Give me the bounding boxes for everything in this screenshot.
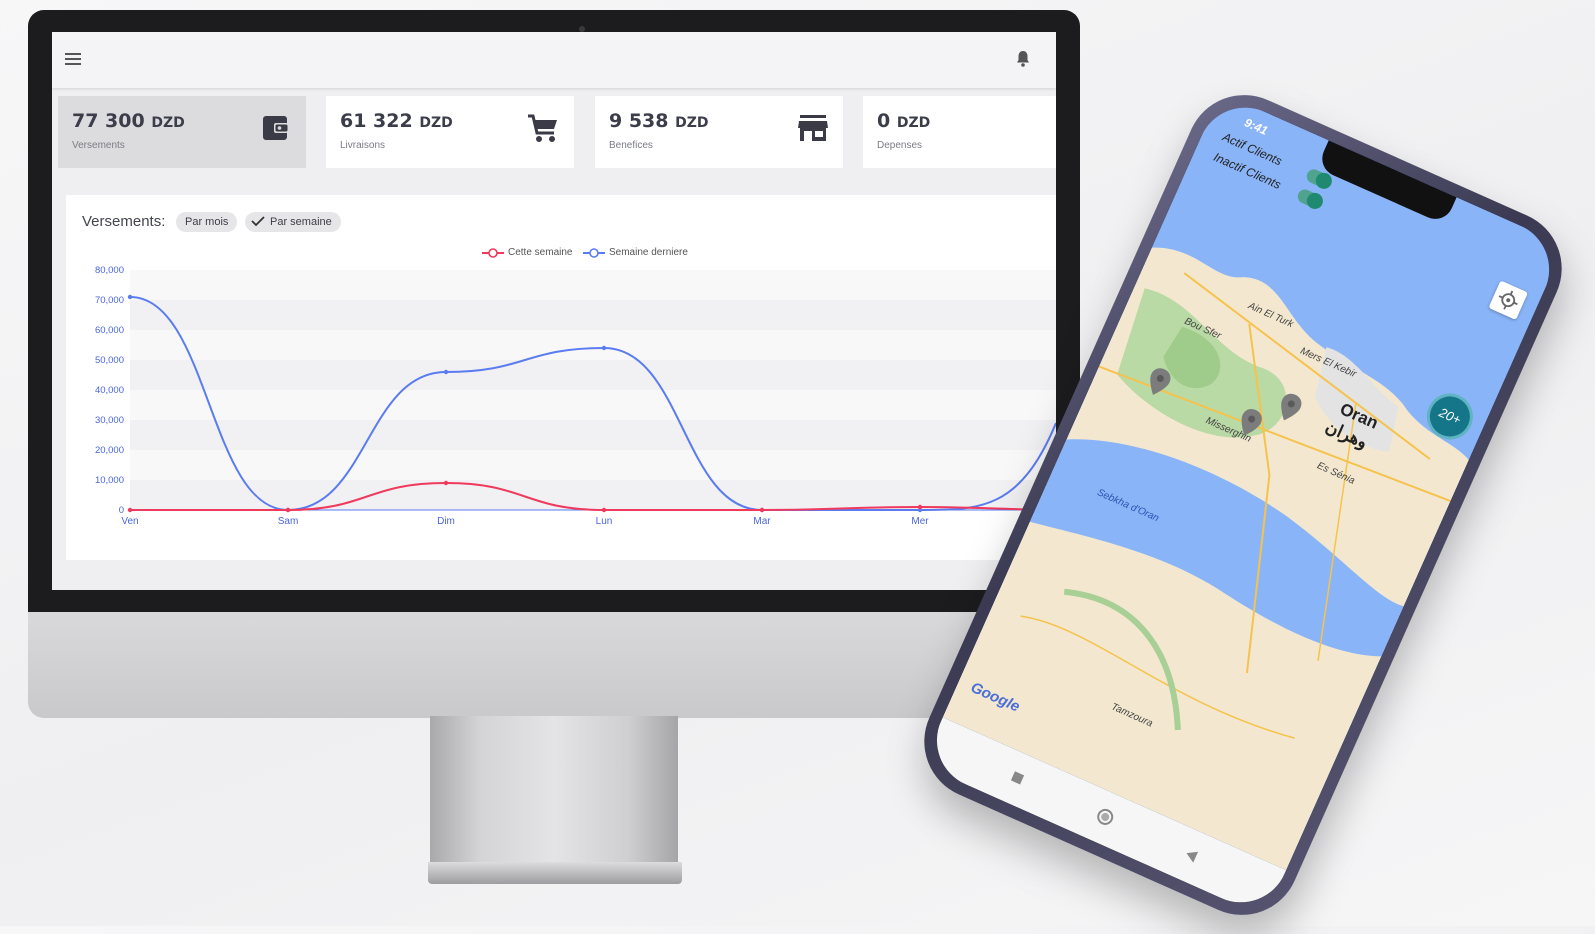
- stat-label: Benefices: [609, 140, 653, 151]
- y-tick-label: 60,000: [95, 325, 124, 336]
- stat-value: 9 538 DZD: [609, 110, 709, 132]
- line-chart: 80,000 70,000 60,000 50,000 40,000 30,000 20,0…: [95, 265, 1056, 527]
- stat-label: Versements: [72, 140, 125, 151]
- monitor-stand: [430, 716, 678, 866]
- data-point[interactable]: [759, 507, 765, 513]
- data-point[interactable]: [127, 294, 133, 300]
- grid-band: [130, 420, 1056, 450]
- stat-card-depenses[interactable]: 0 DZD Depenses: [863, 96, 1056, 168]
- grid-band: [130, 390, 1056, 420]
- notification-bell-icon[interactable]: [1015, 50, 1031, 68]
- recents-icon[interactable]: [1008, 769, 1026, 787]
- y-tick-label: 0: [119, 505, 124, 516]
- cart-icon: [528, 114, 557, 142]
- x-tick-label: Sam: [278, 516, 299, 527]
- monitor-chin: [28, 612, 1080, 718]
- dashboard-screen: 77 300 DZD Versements 61 322 DZD Livrais…: [52, 32, 1056, 590]
- x-tick-label: Lun: [596, 516, 613, 527]
- stat-card-versements[interactable]: 77 300 DZD Versements: [58, 96, 306, 168]
- data-point[interactable]: [601, 345, 607, 351]
- hamburger-menu-icon[interactable]: [65, 53, 81, 67]
- stat-value: 77 300 DZD: [72, 110, 185, 132]
- x-tick-label: Dim: [437, 516, 455, 527]
- versements-chart-panel: Versements: Par mois Par semaine Cette s…: [66, 195, 1056, 560]
- monitor-stand-base: [428, 862, 682, 884]
- grid-band: [130, 270, 1056, 300]
- y-tick-label: 30,000: [95, 415, 124, 426]
- wallet-icon: [263, 116, 289, 140]
- home-icon[interactable]: [1093, 805, 1117, 829]
- top-app-bar: [52, 32, 1056, 88]
- y-tick-label: 40,000: [95, 385, 124, 396]
- y-tick-label: 80,000: [95, 265, 124, 276]
- y-tick-label: 20,000: [95, 445, 124, 456]
- y-tick-label: 10,000: [95, 475, 124, 486]
- data-point[interactable]: [285, 507, 291, 513]
- grid-band: [130, 330, 1056, 360]
- x-tick-label: Ven: [121, 516, 138, 527]
- y-tick-label: 70,000: [95, 295, 124, 306]
- stat-value: 0 DZD: [877, 110, 931, 132]
- y-tick-label: 50,000: [95, 355, 124, 366]
- stat-card-benefices[interactable]: 9 538 DZD Benefices: [595, 96, 843, 168]
- stat-card-livraisons[interactable]: 61 322 DZD Livraisons: [326, 96, 574, 168]
- stat-label: Depenses: [877, 140, 923, 151]
- data-point[interactable]: [601, 507, 607, 513]
- store-icon: [798, 115, 828, 141]
- grid-band: [130, 360, 1056, 390]
- data-point[interactable]: [443, 369, 449, 375]
- grid-band: [130, 300, 1056, 330]
- x-tick-label: Mer: [911, 516, 929, 527]
- data-point[interactable]: [443, 480, 449, 486]
- back-icon[interactable]: [1182, 846, 1200, 864]
- x-tick-label: Mar: [753, 516, 771, 527]
- data-point[interactable]: [127, 507, 133, 513]
- grid-band: [130, 450, 1056, 480]
